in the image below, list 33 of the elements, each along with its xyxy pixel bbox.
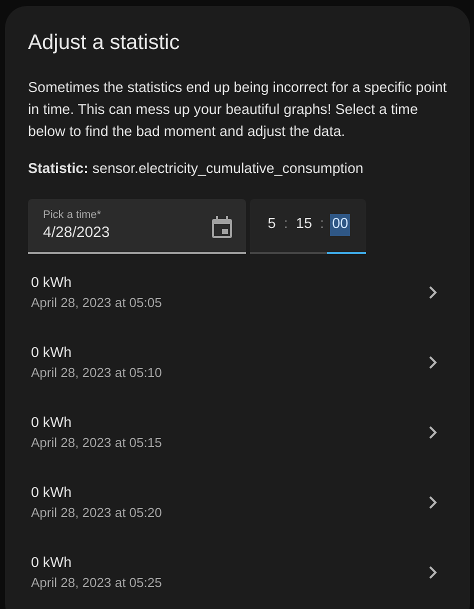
calendar-icon[interactable]	[212, 216, 232, 238]
date-field[interactable]: Pick a time* 4/28/2023	[28, 198, 246, 254]
field-label: Pick a time*	[43, 208, 102, 222]
entry-time: April 28, 2023 at 05:15	[31, 434, 162, 452]
chevron-right-icon	[429, 286, 437, 300]
entry-value: 0 kWh	[31, 414, 73, 433]
time-segment[interactable]: 15	[294, 214, 314, 236]
entry-time: April 28, 2023 at 05:25	[31, 574, 162, 592]
chevron-right-icon	[429, 356, 437, 370]
statistic-entry[interactable]: 0 kWh April 28, 2023 at 05:10	[28, 328, 447, 398]
time-separator: :	[282, 215, 289, 234]
date-value: 4/28/2023	[43, 222, 110, 243]
entry-value: 0 kWh	[31, 484, 73, 503]
statistic-entry[interactable]: 0 kWh April 28, 2023 at 05:20	[28, 468, 447, 538]
entry-time: April 28, 2023 at 05:05	[31, 294, 162, 312]
chevron-right-icon	[429, 426, 437, 440]
time-segment[interactable]: 00	[330, 214, 350, 236]
statistic-label: Statistic: sensor.electricity_cumulative_consumption	[28, 160, 364, 180]
entry-value: 0 kWh	[31, 554, 73, 573]
time-segment[interactable]: 5	[266, 214, 278, 236]
time-field[interactable]: 5 : 15 : 00	[250, 198, 366, 254]
description-text: Sometimes the statistics end up being incorrect for a specific point in time. This can mess up your beautiful graphs! Select a time below to find the bad moment and adjust the data.	[28, 79, 447, 142]
chevron-right-icon	[429, 566, 437, 580]
entry-value: 0 kWh	[31, 344, 73, 363]
entry-value: 0 kWh	[31, 274, 73, 293]
chevron-right-icon	[429, 496, 437, 510]
entry-time: April 28, 2023 at 05:10	[31, 364, 162, 382]
dialog-title: Adjust a statistic	[28, 30, 181, 56]
statistic-entry[interactable]: 0 kWh April 28, 2023 at 05:25	[28, 538, 447, 608]
statistic-entry[interactable]: 0 kWh April 28, 2023 at 05:05	[28, 258, 447, 328]
statistic-entry[interactable]: 0 kWh April 28, 2023 at 05:15	[28, 398, 447, 468]
time-separator: :	[319, 215, 326, 234]
entry-time: April 28, 2023 at 05:20	[31, 504, 162, 522]
